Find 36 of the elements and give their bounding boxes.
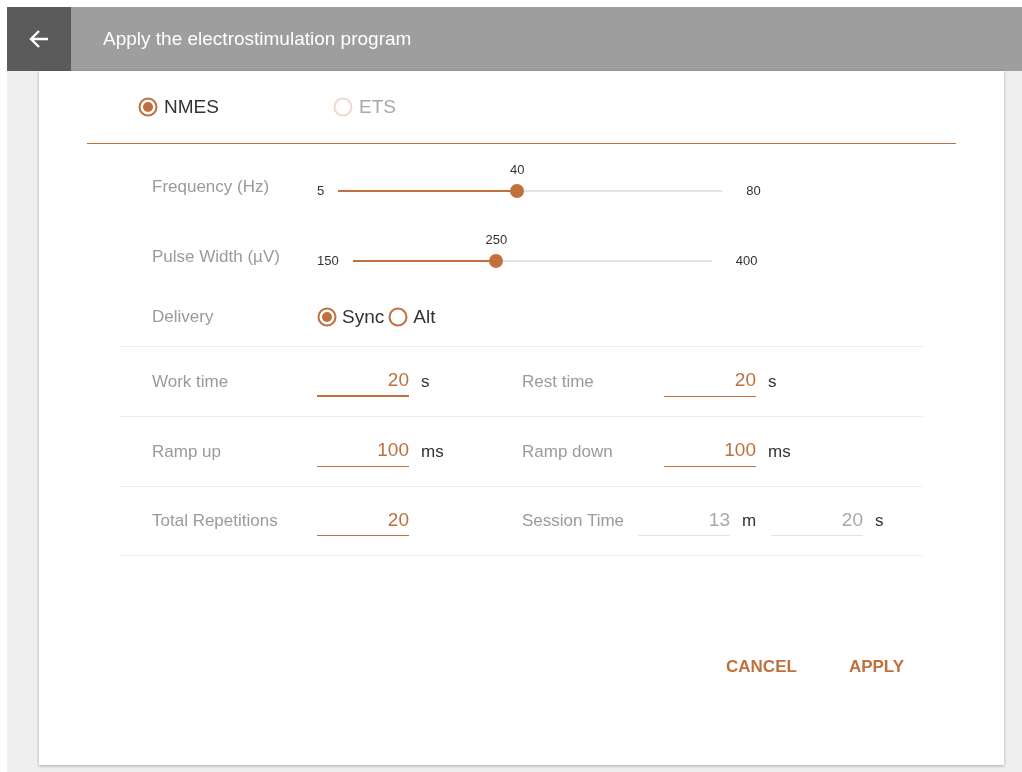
unit-label: s bbox=[875, 510, 885, 533]
field-label: Session Time bbox=[522, 510, 626, 533]
slider-thumb[interactable] bbox=[510, 184, 525, 198]
field-label: Ramp up bbox=[152, 440, 222, 463]
slider-value: 250 bbox=[485, 231, 508, 249]
back-button[interactable] bbox=[7, 7, 71, 71]
window-title: Apply the electrostimulation program bbox=[103, 26, 412, 51]
input-field[interactable]: 100 bbox=[664, 436, 756, 467]
input-field[interactable]: 20 bbox=[317, 505, 409, 537]
unit-label: s bbox=[421, 370, 431, 393]
unit-label: m bbox=[742, 510, 758, 533]
delivery-radio[interactable]: Alt bbox=[388, 302, 436, 332]
unit-label: ms bbox=[421, 440, 444, 463]
unit-label: s bbox=[768, 370, 778, 393]
slider-thumb[interactable] bbox=[489, 254, 504, 268]
mode-radio[interactable]: NMES bbox=[138, 92, 333, 122]
field-label: Rest time bbox=[522, 370, 595, 393]
field-label: Work time bbox=[152, 370, 230, 393]
delivery-radio[interactable]: Sync bbox=[317, 302, 385, 332]
apply-button[interactable]: APPLY bbox=[836, 647, 916, 685]
slider-min-label: 5 bbox=[317, 182, 325, 201]
slider-max-label: 400 bbox=[735, 252, 758, 271]
slider-value: 40 bbox=[509, 161, 525, 179]
delivery-label: Delivery bbox=[152, 306, 215, 329]
field-label: Total Repetitions bbox=[152, 510, 279, 533]
input-field[interactable]: 100 bbox=[317, 436, 409, 467]
slider-label: Pulse Width (µV) bbox=[152, 246, 281, 269]
slider-max-label: 80 bbox=[746, 182, 761, 201]
slider-label: Frequency (Hz) bbox=[152, 176, 271, 199]
unit-label: ms bbox=[768, 440, 791, 463]
field-label: Ramp down bbox=[522, 440, 614, 463]
back-arrow-icon bbox=[28, 28, 50, 50]
slider-min-label: 150 bbox=[317, 252, 339, 271]
input-field[interactable]: 20 bbox=[664, 366, 756, 397]
input-field[interactable]: 20 bbox=[317, 365, 409, 398]
cancel-button[interactable]: CANCEL bbox=[714, 647, 809, 685]
